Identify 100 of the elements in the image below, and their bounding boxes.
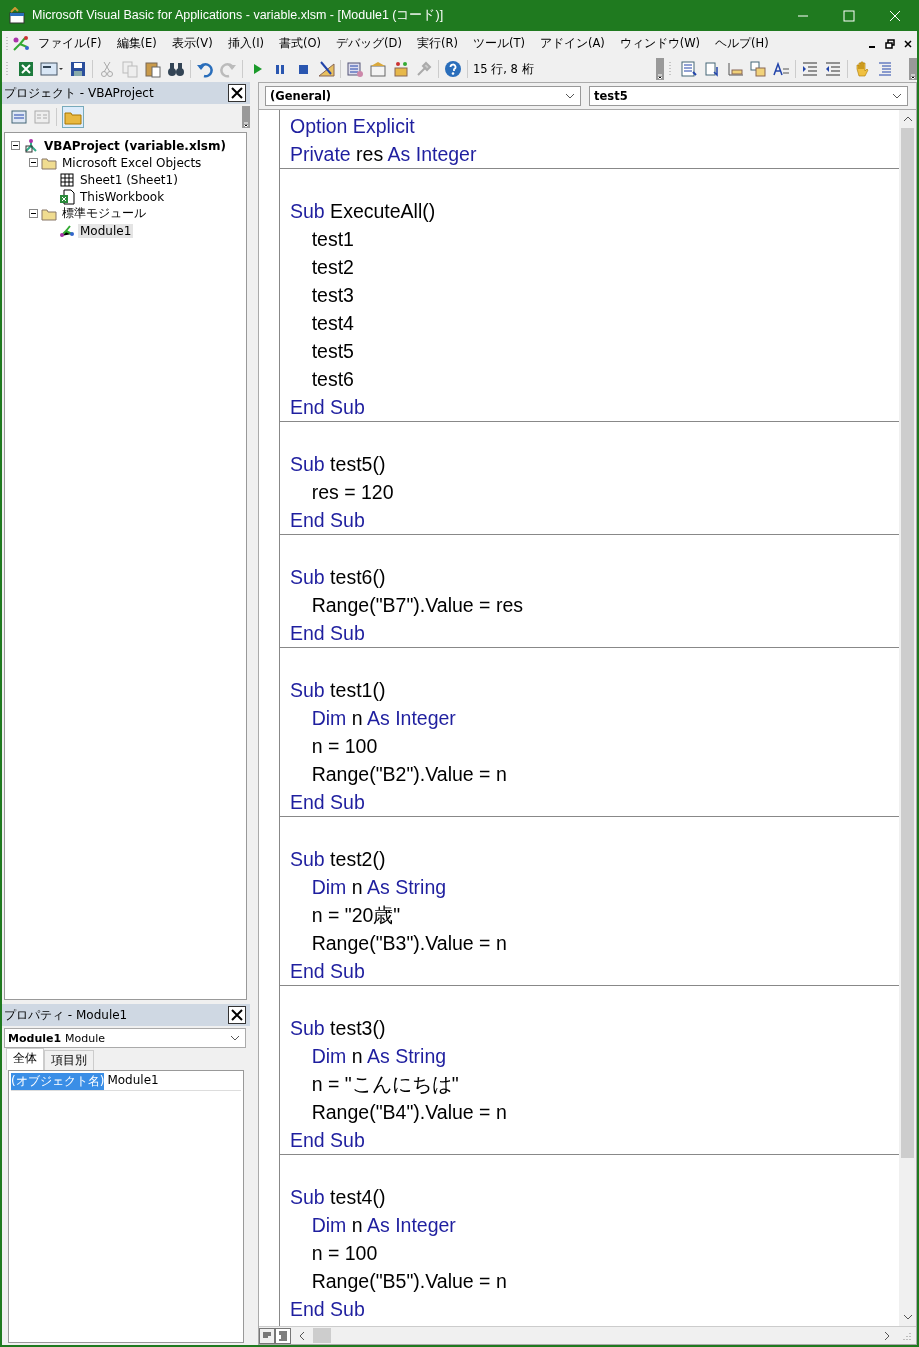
property-value[interactable]: Module1 <box>104 1073 159 1090</box>
menu-item[interactable]: アドイン(A) <box>539 36 605 51</box>
menu-item[interactable]: 表示(V) <box>171 36 213 51</box>
view-code-icon[interactable] <box>10 108 28 126</box>
list-properties-icon[interactable] <box>680 60 698 78</box>
parameter-info-icon[interactable] <box>749 60 767 78</box>
app-icon <box>8 6 26 25</box>
complete-word-icon[interactable] <box>772 60 790 78</box>
code-keyword: Sub <box>290 453 325 475</box>
menu-item[interactable]: 書式(O) <box>279 36 322 51</box>
code-keyword: End Sub <box>290 960 365 982</box>
menu-item[interactable]: ウィンドウ(W) <box>619 36 701 51</box>
code-keyword: Dim <box>310 1045 347 1067</box>
code-text: n <box>350 1214 364 1236</box>
close-icon[interactable] <box>228 84 246 102</box>
menu-item[interactable]: ファイル(F) <box>38 36 102 51</box>
object-dropdown[interactable]: Module1 Module <box>4 1028 246 1048</box>
chevron-down-icon <box>230 1035 240 1041</box>
code-text: test6() <box>329 566 386 588</box>
save-icon[interactable] <box>69 60 87 78</box>
form-icon[interactable] <box>40 60 64 78</box>
chevron-up-icon[interactable] <box>902 116 913 122</box>
properties-tab[interactable]: 全体 <box>6 1048 44 1070</box>
menu-item[interactable]: 編集(E) <box>116 36 157 51</box>
undo-icon[interactable] <box>196 60 214 78</box>
menu-item[interactable]: 挿入(I) <box>227 36 265 51</box>
close-icon[interactable] <box>903 38 913 49</box>
code-text: res = 120 <box>310 481 394 503</box>
menu-item[interactable]: 実行(R) <box>416 36 458 51</box>
toolbar-options-icon[interactable] <box>656 58 664 80</box>
excel-icon[interactable] <box>17 60 35 78</box>
project-explorer-icon[interactable] <box>346 60 364 78</box>
tree-item[interactable]: Microsoft Excel Objects <box>60 155 204 170</box>
code-text: ExecuteAll() <box>329 200 436 222</box>
toggle-folders-button[interactable] <box>62 106 84 128</box>
cursor-position: 15 行, 8 桁 <box>473 61 535 77</box>
resize-grip-icon[interactable] <box>902 1330 912 1341</box>
code-keyword: Option Explicit <box>290 115 415 137</box>
toolbar-options-icon[interactable] <box>909 58 917 80</box>
properties-icon[interactable] <box>369 60 387 78</box>
code-text: n = 100 <box>310 1242 378 1264</box>
vba-icon <box>12 34 30 53</box>
tree-item[interactable]: 標準モジュール <box>60 205 148 222</box>
code-keyword: End Sub <box>290 622 365 644</box>
code-keyword: Dim <box>310 707 347 729</box>
object-browser-icon[interactable] <box>392 60 410 78</box>
code-keyword: End Sub <box>290 791 365 813</box>
code-text: test3() <box>329 1017 386 1039</box>
binoculars-icon[interactable] <box>167 60 185 78</box>
code-keyword: Sub <box>290 1017 325 1039</box>
code-text: test1() <box>329 679 386 701</box>
menu-item[interactable]: デバッグ(D) <box>336 36 402 51</box>
restore-icon[interactable] <box>885 38 895 49</box>
toolbox-icon[interactable] <box>415 60 433 78</box>
tree-item[interactable]: Sheet1 (Sheet1) <box>78 172 180 187</box>
code-keyword: As Integer <box>387 143 477 165</box>
full-module-view-button[interactable] <box>275 1327 291 1344</box>
object-dropdown[interactable]: (General) <box>265 86 581 106</box>
code-text: test5 <box>310 340 354 362</box>
chevron-down-icon <box>892 93 902 99</box>
vertical-scrollbar[interactable] <box>899 110 916 1326</box>
hand-icon[interactable] <box>853 60 871 78</box>
tree-item[interactable]: VBAProject (variable.xlsm) <box>42 138 228 153</box>
code-text: n = 100 <box>310 735 378 757</box>
grip-icon[interactable] <box>669 61 672 77</box>
paste-icon[interactable] <box>144 60 162 78</box>
help-icon[interactable] <box>444 60 462 78</box>
collapse-icon[interactable] <box>29 158 38 167</box>
comment-block-icon[interactable] <box>876 60 894 78</box>
code-keyword: As String <box>366 876 447 898</box>
chevron-left-icon[interactable] <box>299 1330 305 1341</box>
procedure-view-button[interactable] <box>259 1327 275 1344</box>
quick-info-icon[interactable] <box>726 60 744 78</box>
pane-title: プロパティ - Module1 <box>4 1006 128 1024</box>
chevron-right-icon[interactable] <box>884 1330 890 1341</box>
collapse-icon[interactable] <box>11 141 20 150</box>
menu-item[interactable]: ツール(T) <box>472 36 525 51</box>
menu-item[interactable]: ヘルプ(H) <box>715 36 769 51</box>
collapse-icon[interactable] <box>29 209 38 218</box>
project-icon <box>23 137 39 154</box>
indent-icon[interactable] <box>801 60 819 78</box>
scrollbar-thumb[interactable] <box>313 1328 331 1343</box>
scrollbar-thumb[interactable] <box>901 128 914 1158</box>
lines-icon <box>277 1329 289 1342</box>
properties-tab[interactable]: 項目別 <box>44 1050 94 1070</box>
procedure-dropdown[interactable]: test5 <box>589 86 908 106</box>
maximize-icon[interactable] <box>843 9 855 22</box>
tree-item[interactable]: Module1 <box>78 223 134 238</box>
code-text: Range("B7").Value = res <box>310 594 523 616</box>
tree-item[interactable]: ThisWorkbook <box>78 189 167 204</box>
chevron-down-icon[interactable] <box>902 1314 913 1320</box>
code-text: test4() <box>329 1186 386 1208</box>
code-text: test1 <box>310 228 354 250</box>
design-mode-icon[interactable] <box>317 60 335 78</box>
grip-icon[interactable] <box>6 61 9 77</box>
outdent-icon[interactable] <box>824 60 842 78</box>
close-icon[interactable] <box>228 1006 246 1024</box>
list-constants-icon[interactable] <box>703 60 721 78</box>
code-text: n <box>350 707 364 729</box>
code-keyword: End Sub <box>290 1298 365 1320</box>
